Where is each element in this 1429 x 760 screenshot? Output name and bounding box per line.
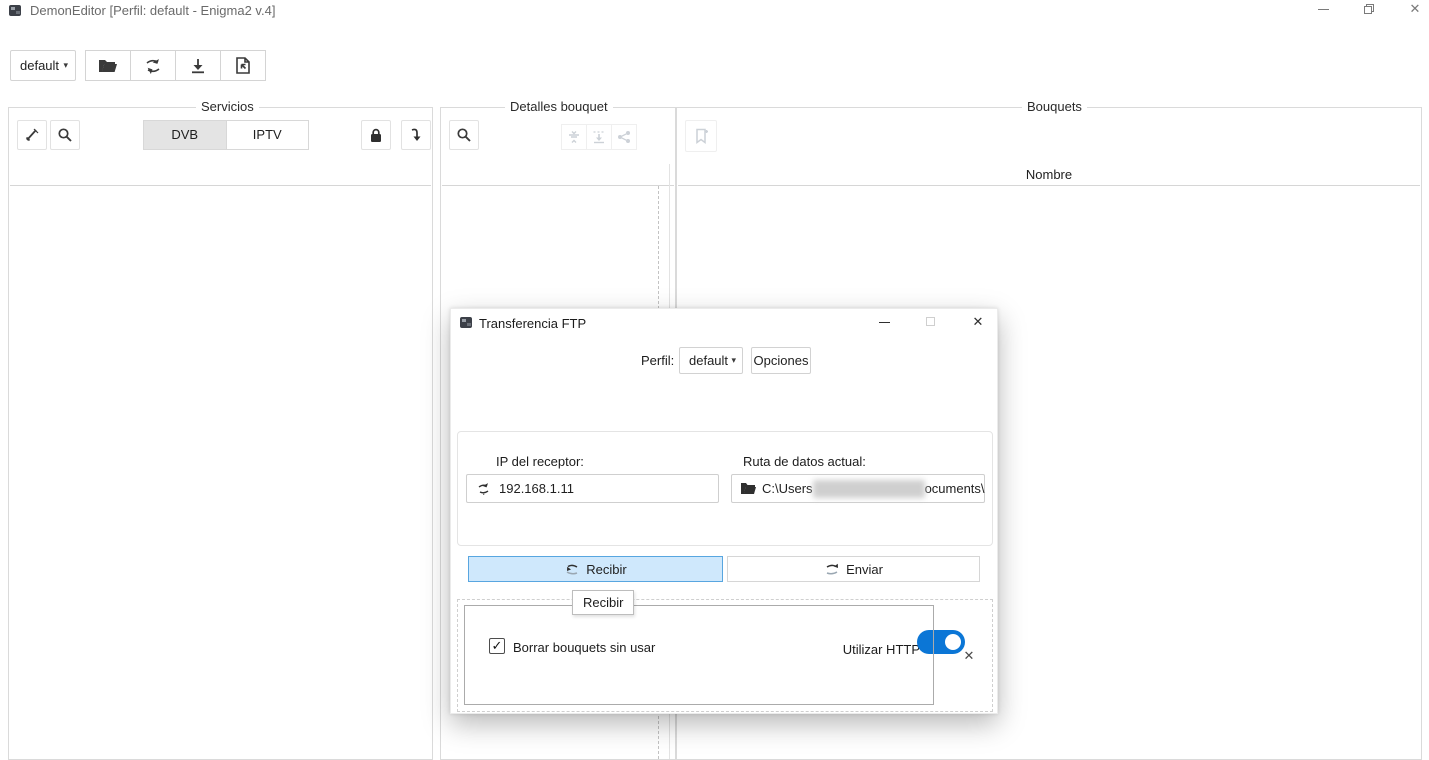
sync-button[interactable] [401,120,431,150]
open-data-button[interactable] [85,50,131,81]
send-button[interactable]: Enviar [727,556,980,582]
minimize-icon [879,322,890,323]
search-icon [57,127,73,143]
details-actions [562,124,637,150]
edit-off-icon [24,127,40,143]
ftp-transfer-dialog: Transferencia FTP ✕ Perfil: default ▾ Op… [450,308,998,714]
minimize-icon [1318,9,1329,10]
ip-value: 192.168.1.11 [499,481,574,496]
search-icon [456,127,472,143]
swap-arrows-icon [476,483,491,495]
services-panel: Servicios DVB IPTV [8,107,433,760]
path-redacted-segment [813,480,925,498]
dialog-profile-value: default [689,353,728,368]
services-panel-title: Servicios [196,99,259,114]
details-table-header [442,164,674,186]
lock-icon [369,128,383,143]
dvb-toggle[interactable]: DVB [143,120,227,150]
import-button[interactable] [220,50,266,81]
download-button[interactable] [175,50,221,81]
profile-combobox-value: default [20,58,59,73]
bookmark-plus-icon [694,128,709,145]
iptv-toggle[interactable]: IPTV [226,120,310,150]
menu-bar [0,22,1429,42]
service-type-switch: DVB IPTV [143,120,309,150]
column-nombre[interactable]: Nombre [678,164,1420,185]
clear-log-button[interactable]: ✕ [960,648,978,664]
collapse-lines-icon [567,130,581,144]
download-icon [189,58,207,74]
app-icon [8,3,23,18]
dialog-title: Transferencia FTP [479,316,586,331]
window-title: DemonEditor [Perfil: default - Enigma2 v… [30,3,275,18]
send-button-label: Enviar [846,562,883,577]
services-table-header [10,164,431,186]
new-bouquet-button[interactable] [685,120,717,152]
file-import-icon [235,57,251,74]
options-button[interactable]: Opciones [751,347,811,374]
bouquets-table-header: Nombre [678,164,1420,186]
dialog-app-icon [459,315,474,330]
receive-button-label: Recibir [586,562,626,577]
bouquets-panel-title: Bouquets [1022,99,1087,114]
folder-icon [740,482,756,495]
arrow-left-icon [564,563,580,576]
bouquet-details-title: Detalles bouquet [505,99,613,114]
arrow-curve-down-icon [409,127,423,143]
dialog-close-button[interactable]: ✕ [959,309,997,337]
download-dotted-icon [592,130,606,144]
dialog-maximize-button[interactable] [911,309,949,337]
restore-icon [1364,4,1374,14]
profile-combobox[interactable]: default ▾ [10,50,76,81]
services-search-button[interactable] [50,120,80,150]
chevron-down-icon: ▾ [731,348,736,373]
data-path-input[interactable]: C:\Users ocuments\ [731,474,985,503]
transfer-log[interactable] [464,605,934,705]
transfer-button[interactable] [130,50,176,81]
insert-marker-button[interactable] [561,124,587,150]
import-bouquet-button[interactable] [586,124,612,150]
ip-label: IP del receptor: [496,454,584,469]
swap-arrows-icon [143,58,163,74]
titlebar: DemonEditor [Perfil: default - Enigma2 v… [0,0,1429,22]
details-search-button[interactable] [449,120,479,150]
maximize-icon [926,317,935,326]
receive-button[interactable]: Recibir [468,556,723,582]
close-button[interactable]: ✕ [1398,0,1429,20]
lock-button[interactable] [361,120,391,150]
restore-button[interactable] [1352,0,1386,20]
dialog-profile-combobox[interactable]: default ▾ [679,347,743,374]
chevron-down-icon: ▾ [63,51,68,80]
path-suffix: ocuments\ [925,481,985,496]
services-table [10,186,431,759]
minimize-button[interactable] [1306,0,1340,20]
edit-off-button[interactable] [17,120,47,150]
receive-tooltip: Recibir [572,590,634,615]
folder-open-icon [98,58,118,74]
dialog-minimize-button[interactable] [865,309,903,337]
path-prefix: C:\Users [762,481,813,496]
share-button[interactable] [611,124,637,150]
connection-groupbox: IP del receptor: Ruta de datos actual: 1… [457,431,993,546]
app-window: DemonEditor [Perfil: default - Enigma2 v… [0,0,1429,760]
path-label: Ruta de datos actual: [743,454,866,469]
ip-input[interactable]: 192.168.1.11 [466,474,719,503]
share-icon [617,130,631,144]
main-toolbar [85,50,266,81]
arrow-right-icon [824,563,840,576]
log-frame: ✕ [457,599,993,712]
profile-label: Perfil: [641,353,674,368]
